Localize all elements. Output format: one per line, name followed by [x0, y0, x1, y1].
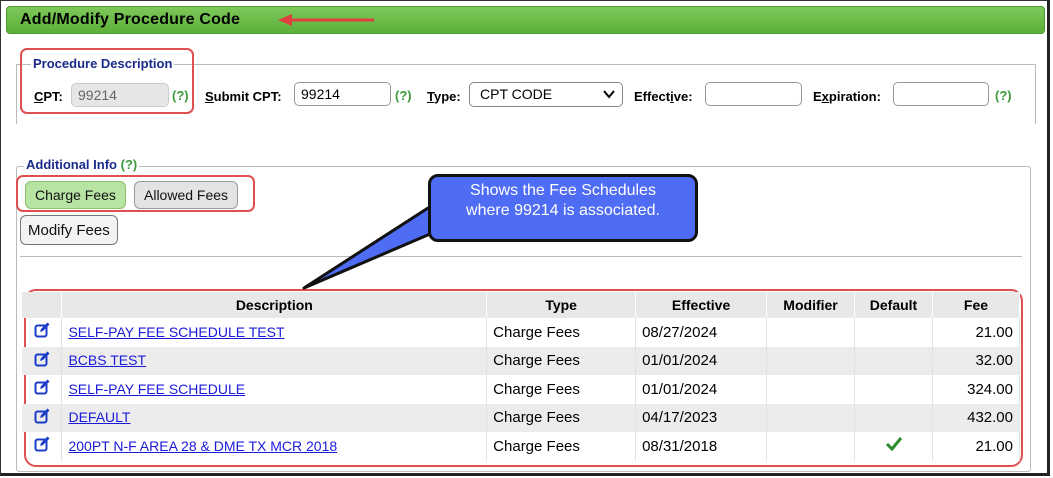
fee-schedule-link[interactable]: DEFAULT	[68, 409, 130, 425]
fee-schedule-link[interactable]: 200PT N-F AREA 28 & DME TX MCR 2018	[68, 438, 337, 454]
edit-icon[interactable]	[34, 436, 50, 452]
effective-input[interactable]	[705, 82, 802, 106]
effective-cell: 08/31/2018	[635, 432, 768, 461]
submit-cpt-label: Submit CPT:	[205, 89, 282, 104]
callout-line-1: Shows the Fee Schedules	[470, 182, 656, 199]
edit-cell	[22, 432, 63, 461]
cpt-help-icon[interactable]: (?)	[172, 88, 189, 103]
edit-icon[interactable]	[34, 351, 50, 367]
table-row: SELF-PAY FEE SCHEDULE Charge Fees 01/01/20…	[22, 375, 1021, 404]
modifier-cell	[766, 318, 856, 347]
modifier-cell	[766, 403, 856, 432]
cpt-input[interactable]	[71, 83, 169, 107]
header-fee[interactable]: Fee	[932, 292, 1021, 318]
table-row: SELF-PAY FEE SCHEDULE TEST Charge Fees 08/…	[22, 318, 1021, 347]
table-row: 200PT N-F AREA 28 & DME TX MCR 2018 Charg…	[22, 432, 1021, 461]
description-cell: 200PT N-F AREA 28 & DME TX MCR 2018	[61, 432, 488, 461]
annotation-arrow	[278, 14, 374, 26]
fee-schedule-link[interactable]: SELF-PAY FEE SCHEDULE	[68, 381, 245, 397]
description-cell: SELF-PAY FEE SCHEDULE TEST	[61, 318, 488, 347]
description-cell: SELF-PAY FEE SCHEDULE	[61, 375, 488, 404]
procedure-description-legend: Procedure Description	[31, 56, 175, 71]
description-cell: BCBS TEST	[61, 346, 488, 375]
checkmark-icon	[885, 437, 902, 452]
modifier-cell	[766, 346, 856, 375]
default-cell	[854, 403, 933, 432]
header-type[interactable]: Type	[486, 292, 637, 318]
edit-icon[interactable]	[34, 379, 50, 395]
table-row: DEFAULT Charge Fees 04/17/2023 432.00	[22, 403, 1021, 432]
tab-allowed-fees[interactable]: Allowed Fees	[134, 181, 239, 209]
expiration-label: Expiration:	[813, 89, 881, 104]
cpt-label: CPT:	[34, 89, 63, 104]
tab-charge-fees[interactable]: Charge Fees	[25, 181, 126, 209]
effective-cell: 08/27/2024	[635, 318, 768, 347]
effective-cell: 04/17/2023	[635, 403, 768, 432]
default-cell	[854, 375, 933, 404]
type-label: Type:	[427, 89, 461, 104]
edit-cell	[22, 346, 63, 375]
modifier-cell	[766, 375, 856, 404]
additional-info-help-icon[interactable]: (?)	[121, 157, 138, 172]
edit-cell	[22, 318, 63, 347]
chevron-down-icon	[603, 90, 615, 99]
annotation-callout: Shows the Fee Schedules where 99214 is a…	[428, 174, 698, 242]
callout-line-2: where 99214 is associated.	[466, 202, 660, 219]
submit-cpt-help-icon[interactable]: (?)	[395, 88, 412, 103]
edit-cell	[22, 375, 63, 404]
submit-cpt-input[interactable]	[294, 82, 391, 106]
fee-cell: 21.00	[932, 432, 1021, 461]
section-divider	[20, 256, 1022, 257]
table-row: BCBS TEST Charge Fees 01/01/2024 32.00	[22, 346, 1021, 375]
type-select-value: CPT CODE	[480, 86, 553, 102]
title-bar: Add/Modify Procedure Code	[6, 6, 1045, 34]
edit-icon[interactable]	[34, 408, 50, 424]
table-header-row: Description Type Effective Modifier Defa…	[22, 292, 1021, 318]
additional-info-legend: Additional Info (?)	[24, 157, 140, 172]
default-cell	[854, 432, 933, 461]
fee-schedule-table: Description Type Effective Modifier Defa…	[22, 292, 1021, 461]
type-select[interactable]: CPT CODE	[469, 82, 623, 107]
header-effective[interactable]: Effective	[635, 292, 768, 318]
type-cell: Charge Fees	[486, 375, 637, 404]
expiration-help-icon[interactable]: (?)	[995, 88, 1012, 103]
header-description[interactable]: Description	[61, 292, 488, 318]
modifier-cell	[766, 432, 856, 461]
fee-cell: 32.00	[932, 346, 1021, 375]
expiration-input[interactable]	[893, 82, 989, 106]
default-cell	[854, 318, 933, 347]
effective-cell: 01/01/2024	[635, 375, 768, 404]
type-cell: Charge Fees	[486, 346, 637, 375]
fee-cell: 324.00	[932, 375, 1021, 404]
default-cell	[854, 346, 933, 375]
page-title: Add/Modify Procedure Code	[20, 11, 241, 28]
type-cell: Charge Fees	[486, 403, 637, 432]
header-edit	[22, 292, 63, 318]
description-cell: DEFAULT	[61, 403, 488, 432]
edit-cell	[22, 403, 63, 432]
edit-icon[interactable]	[34, 322, 50, 338]
type-cell: Charge Fees	[486, 318, 637, 347]
fee-schedule-link[interactable]: SELF-PAY FEE SCHEDULE TEST	[68, 324, 284, 340]
header-default[interactable]: Default	[854, 292, 933, 318]
header-modifier[interactable]: Modifier	[766, 292, 856, 318]
fee-cell: 432.00	[932, 403, 1021, 432]
fee-schedule-link[interactable]: BCBS TEST	[68, 352, 146, 368]
type-cell: Charge Fees	[486, 432, 637, 461]
fee-cell: 21.00	[932, 318, 1021, 347]
effective-cell: 01/01/2024	[635, 346, 768, 375]
modify-fees-button[interactable]: Modify Fees	[20, 215, 118, 245]
effective-label: Effective:	[634, 89, 693, 104]
